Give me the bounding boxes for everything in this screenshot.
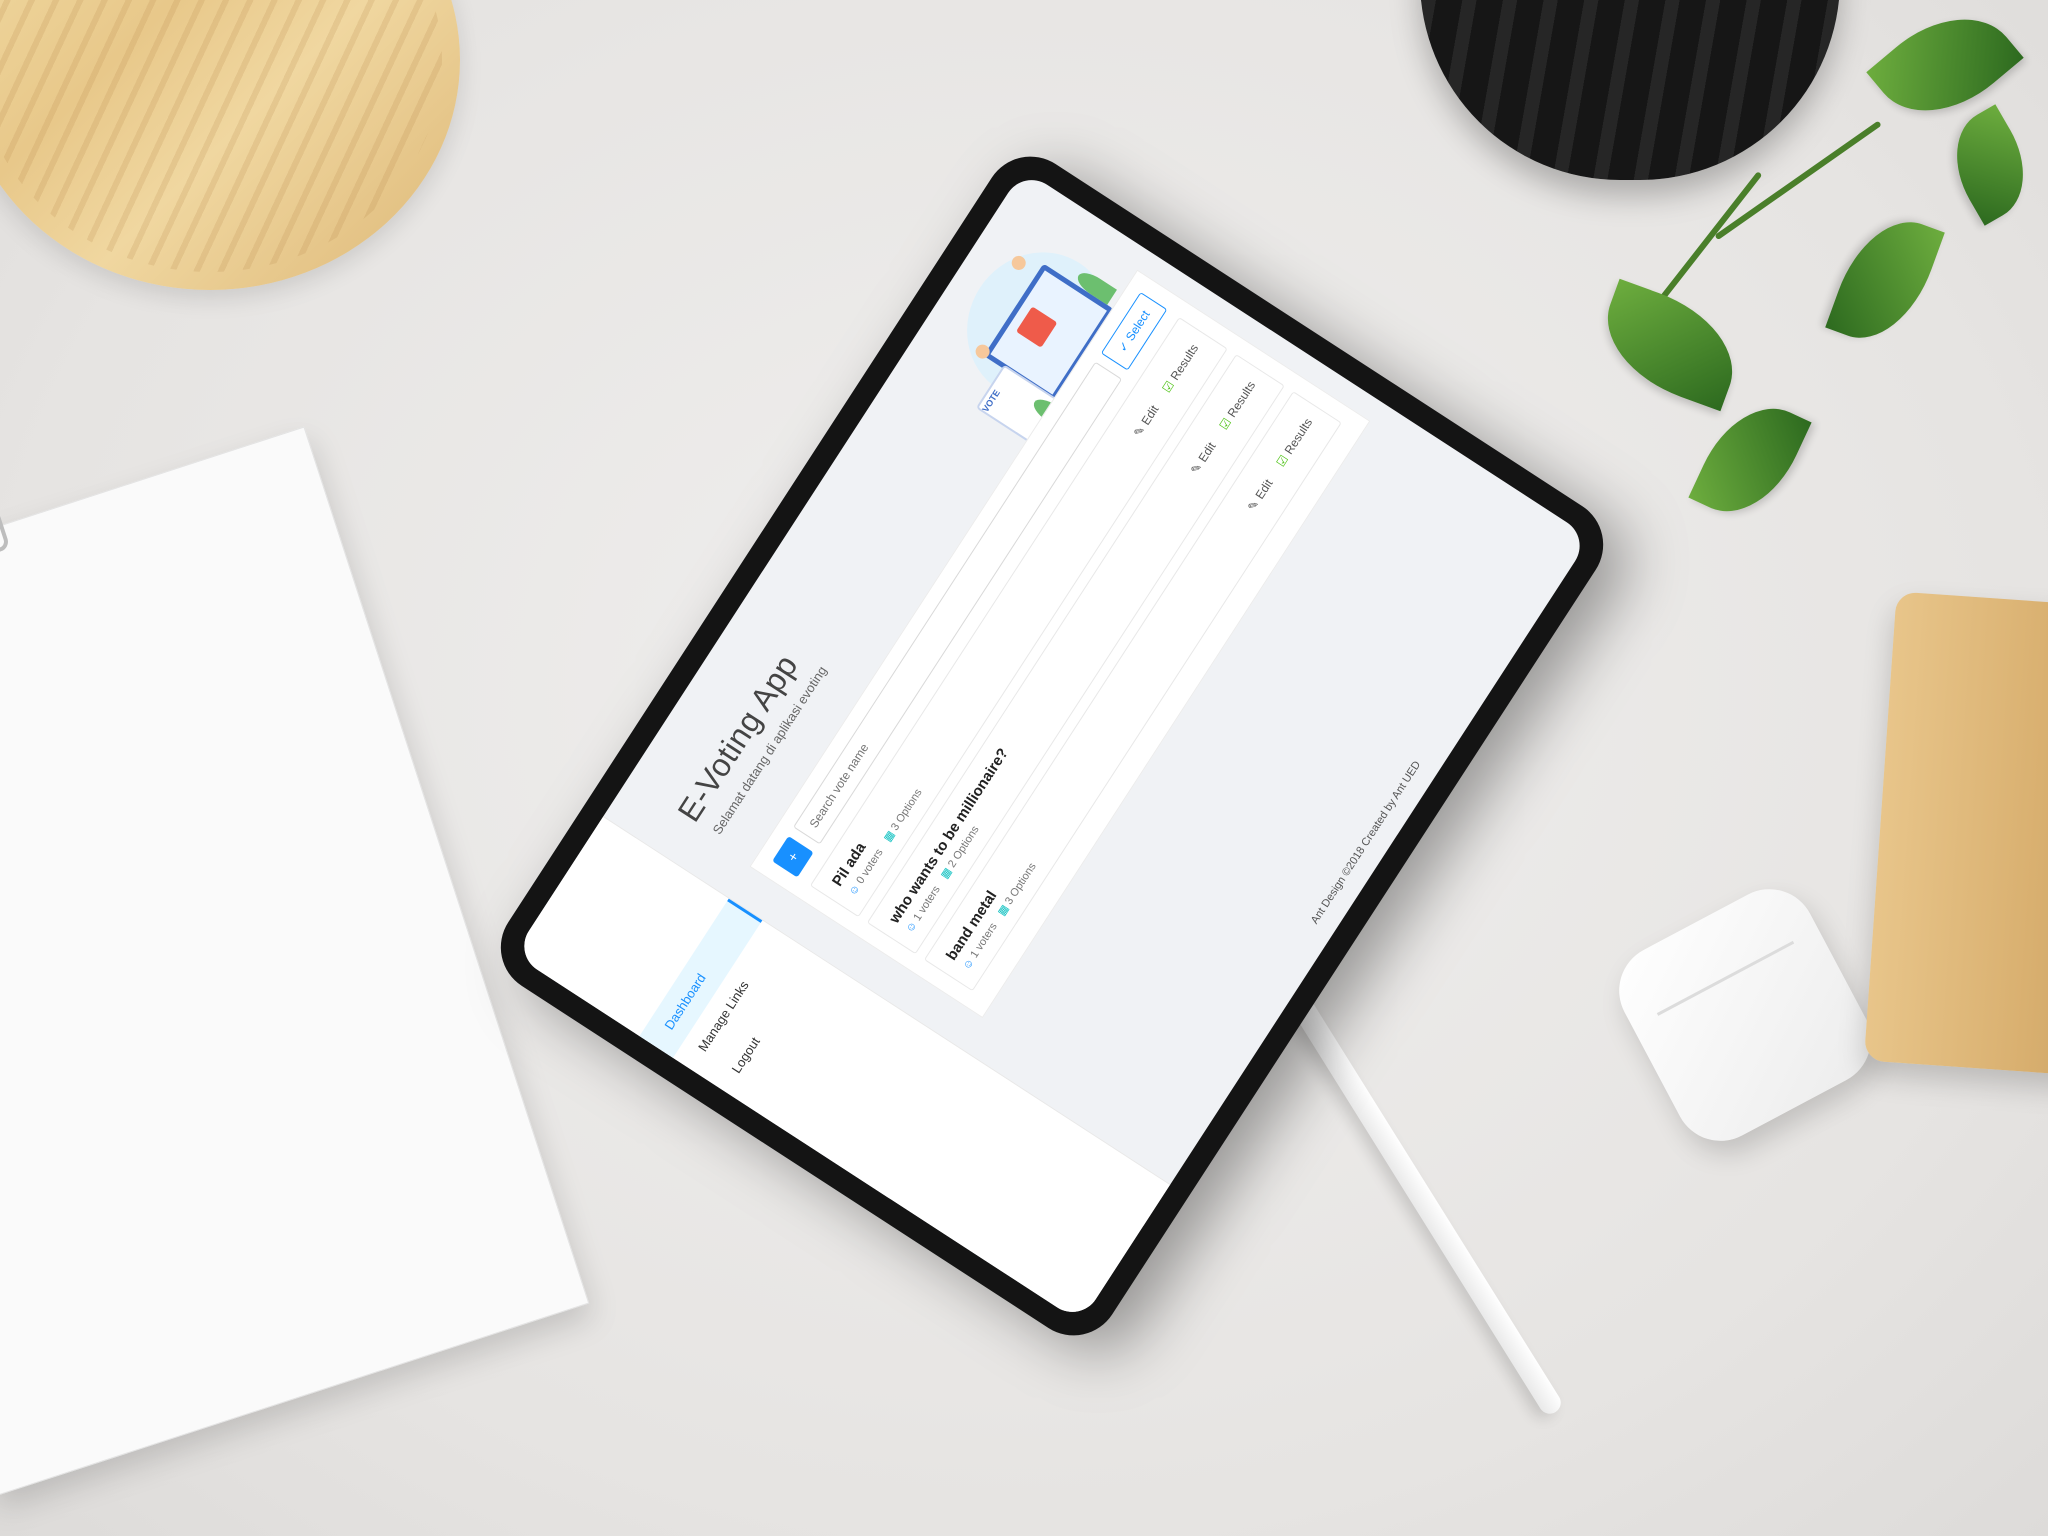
edit-link[interactable]: ✎Edit — [1188, 440, 1219, 477]
user-icon: ☺ — [903, 918, 920, 935]
results-link[interactable]: ☑Results — [1160, 342, 1202, 396]
results-link[interactable]: ☑Results — [1217, 379, 1259, 433]
check-square-icon: ☑ — [1216, 415, 1235, 433]
results-link[interactable]: ☑Results — [1274, 416, 1316, 470]
add-vote-button[interactable]: + — [772, 835, 814, 878]
list-icon: ▦ — [995, 902, 1012, 918]
user-icon: ☺ — [846, 881, 863, 898]
list-icon: ▦ — [938, 865, 954, 881]
check-square-icon: ☑ — [1273, 452, 1292, 470]
wooden-phone-stand — [1863, 591, 2048, 1079]
list-icon: ▦ — [881, 828, 897, 844]
edit-link[interactable]: ✎Edit — [1131, 403, 1162, 440]
user-icon: ☺ — [960, 955, 977, 972]
edit-link[interactable]: ✎Edit — [1245, 477, 1276, 514]
check-square-icon: ☑ — [1159, 378, 1178, 396]
